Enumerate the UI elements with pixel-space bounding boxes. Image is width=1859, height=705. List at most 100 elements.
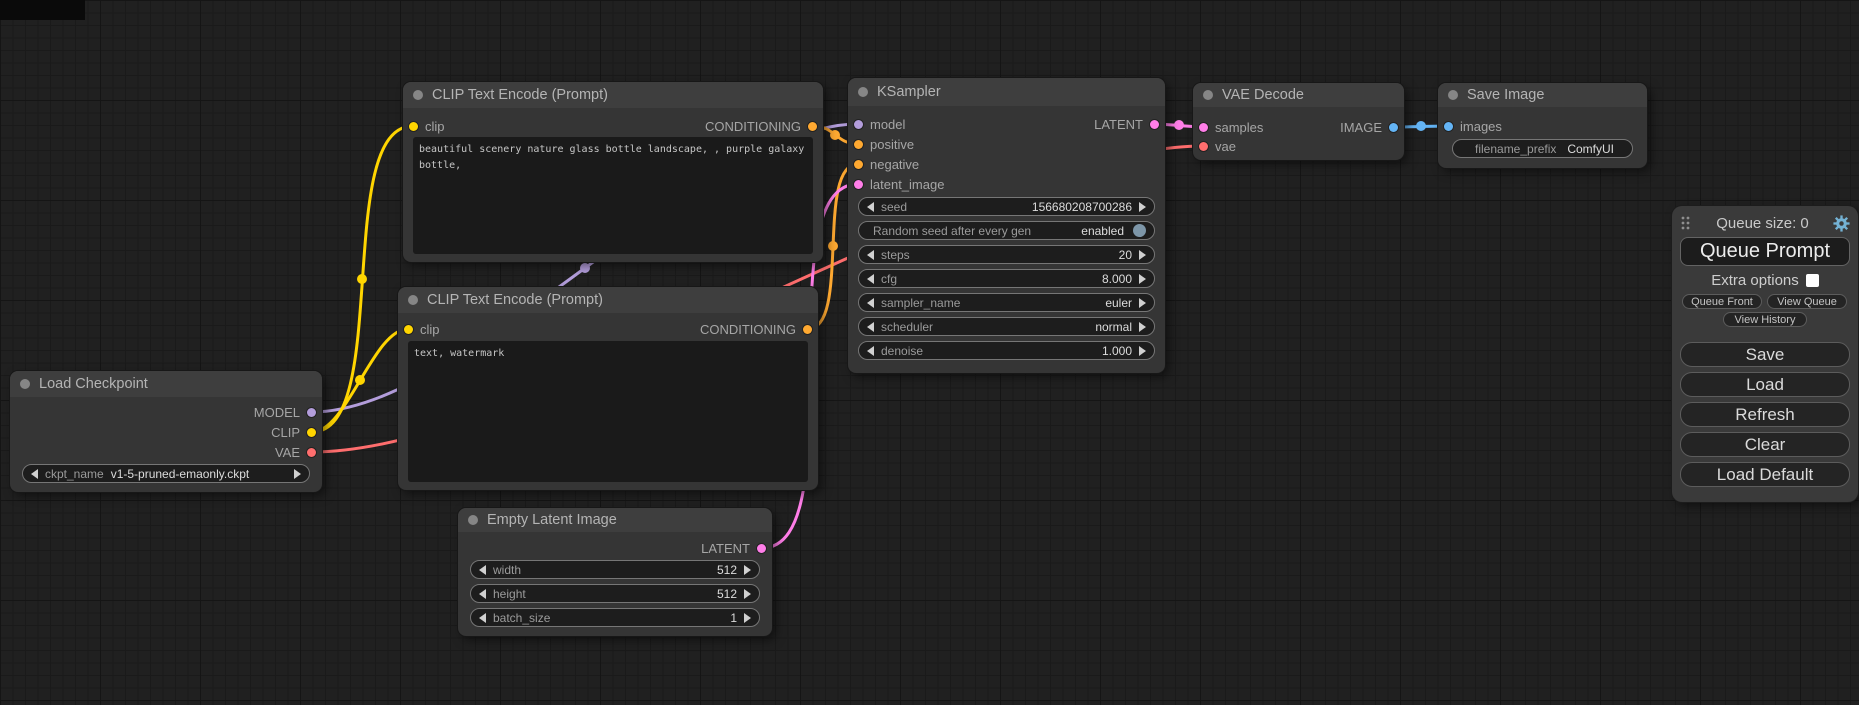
increment-arrow-icon[interactable]	[1139, 322, 1146, 332]
node-title: Save Image	[1467, 87, 1544, 103]
clip-input-port[interactable]	[409, 122, 418, 131]
conditioning-output-port[interactable]	[803, 325, 812, 334]
decrement-arrow-icon[interactable]	[867, 298, 874, 308]
ckpt-name-widget[interactable]: ckpt_name v1-5-pruned-emaonly.ckpt	[22, 464, 310, 483]
decrement-arrow-icon[interactable]	[479, 565, 486, 575]
increment-arrow-icon[interactable]	[744, 565, 751, 575]
prompt-textarea[interactable]: text, watermark	[408, 341, 808, 482]
steps-widget[interactable]: steps 20	[858, 245, 1155, 264]
collapse-dot-icon[interactable]	[468, 515, 478, 525]
image-output-label: IMAGE	[1340, 120, 1382, 135]
vae-output-port[interactable]	[307, 448, 316, 457]
collapse-dot-icon[interactable]	[408, 295, 418, 305]
increment-arrow-icon[interactable]	[744, 589, 751, 599]
node-load-checkpoint[interactable]: Load Checkpoint MODEL CLIP VAE ckpt_name…	[10, 371, 322, 492]
increment-arrow-icon[interactable]	[1139, 250, 1146, 260]
decrement-arrow-icon[interactable]	[867, 274, 874, 284]
collapse-dot-icon[interactable]	[1448, 90, 1458, 100]
decrement-arrow-icon[interactable]	[867, 250, 874, 260]
drag-handle-icon[interactable]	[1680, 215, 1692, 231]
node-title-bar[interactable]: Save Image	[1438, 83, 1647, 107]
queue-prompt-button[interactable]: Queue Prompt	[1680, 237, 1850, 266]
prompt-textarea[interactable]: beautiful scenery nature glass bottle la…	[413, 137, 813, 254]
view-queue-button[interactable]: View Queue	[1767, 294, 1847, 309]
cfg-widget[interactable]: cfg 8.000	[858, 269, 1155, 288]
toggle-circle-icon[interactable]	[1133, 224, 1146, 237]
node-title-bar[interactable]: Load Checkpoint	[10, 371, 322, 397]
increment-arrow-icon[interactable]	[1139, 274, 1146, 284]
increment-arrow-icon[interactable]	[1139, 298, 1146, 308]
port-row: latent_image	[848, 175, 1165, 193]
widget-value: 20	[1119, 248, 1132, 262]
sampler-name-widget[interactable]: sampler_name euler	[858, 293, 1155, 312]
clip-input-label: clip	[420, 322, 440, 337]
gear-icon[interactable]	[1833, 215, 1850, 232]
node-graph-canvas[interactable]: Load Checkpoint MODEL CLIP VAE ckpt_name…	[0, 0, 1859, 705]
image-output-port[interactable]	[1389, 123, 1398, 132]
batch-size-widget[interactable]: batch_size 1	[470, 608, 760, 627]
collapse-dot-icon[interactable]	[20, 379, 30, 389]
width-widget[interactable]: width 512	[470, 560, 760, 579]
positive-input-port[interactable]	[854, 140, 863, 149]
clip-input-port[interactable]	[404, 325, 413, 334]
random-seed-toggle-widget[interactable]: Random seed after every gen enabled	[858, 221, 1155, 240]
node-clip-text-encode-negative[interactable]: CLIP Text Encode (Prompt) clip CONDITION…	[398, 287, 818, 490]
conditioning-output-label: CONDITIONING	[700, 322, 796, 337]
view-history-button[interactable]: View History	[1723, 312, 1807, 327]
load-default-button[interactable]: Load Default	[1680, 462, 1850, 487]
vae-input-port[interactable]	[1199, 142, 1208, 151]
node-clip-text-encode-positive[interactable]: CLIP Text Encode (Prompt) clip CONDITION…	[403, 82, 823, 262]
refresh-button[interactable]: Refresh	[1680, 402, 1850, 427]
increment-arrow-icon[interactable]	[294, 469, 301, 479]
collapse-dot-icon[interactable]	[858, 87, 868, 97]
samples-input-port[interactable]	[1199, 123, 1208, 132]
conditioning-output-port[interactable]	[808, 122, 817, 131]
model-input-port[interactable]	[854, 120, 863, 129]
node-vae-decode[interactable]: VAE Decode samples IMAGE vae	[1193, 83, 1404, 160]
clear-button[interactable]: Clear	[1680, 432, 1850, 457]
clip-output-port[interactable]	[307, 428, 316, 437]
model-output-port[interactable]	[307, 408, 316, 417]
denoise-widget[interactable]: denoise 1.000	[858, 341, 1155, 360]
node-ksampler[interactable]: KSampler model LATENT positive negative …	[848, 78, 1165, 373]
node-title: VAE Decode	[1222, 87, 1304, 103]
collapse-dot-icon[interactable]	[413, 90, 423, 100]
node-title-bar[interactable]: CLIP Text Encode (Prompt)	[398, 287, 818, 313]
samples-input-label: samples	[1215, 120, 1263, 135]
node-title-bar[interactable]: VAE Decode	[1193, 83, 1404, 107]
decrement-arrow-icon[interactable]	[31, 469, 38, 479]
decrement-arrow-icon[interactable]	[867, 322, 874, 332]
node-title-bar[interactable]: CLIP Text Encode (Prompt)	[403, 82, 823, 108]
node-empty-latent-image[interactable]: Empty Latent Image LATENT width 512 heig…	[458, 508, 772, 636]
node-save-image[interactable]: Save Image images filename_prefix ComfyU…	[1438, 83, 1647, 168]
latent-output-port[interactable]	[757, 544, 766, 553]
load-button[interactable]: Load	[1680, 372, 1850, 397]
port-row: positive	[848, 135, 1165, 153]
seed-widget[interactable]: seed 156680208700286	[858, 197, 1155, 216]
node-title-bar[interactable]: Empty Latent Image	[458, 508, 772, 532]
images-input-port[interactable]	[1444, 122, 1453, 131]
height-widget[interactable]: height 512	[470, 584, 760, 603]
node-title: Empty Latent Image	[487, 512, 617, 528]
latent-output-port[interactable]	[1150, 120, 1159, 129]
save-button[interactable]: Save	[1680, 342, 1850, 367]
vae-input-label: vae	[1215, 139, 1236, 154]
decrement-arrow-icon[interactable]	[479, 613, 486, 623]
latent-image-input-port[interactable]	[854, 180, 863, 189]
queue-front-button[interactable]: Queue Front	[1682, 294, 1762, 309]
decrement-arrow-icon[interactable]	[867, 346, 874, 356]
widget-label: ckpt_name	[45, 467, 104, 481]
scheduler-widget[interactable]: scheduler normal	[858, 317, 1155, 336]
extra-options-checkbox[interactable]	[1806, 274, 1819, 287]
increment-arrow-icon[interactable]	[1139, 202, 1146, 212]
decrement-arrow-icon[interactable]	[479, 589, 486, 599]
node-title: CLIP Text Encode (Prompt)	[427, 292, 603, 308]
filename-prefix-widget[interactable]: filename_prefix ComfyUI	[1452, 139, 1633, 158]
increment-arrow-icon[interactable]	[744, 613, 751, 623]
collapse-dot-icon[interactable]	[1203, 90, 1213, 100]
increment-arrow-icon[interactable]	[1139, 346, 1146, 356]
decrement-arrow-icon[interactable]	[867, 202, 874, 212]
node-title-bar[interactable]: KSampler	[848, 78, 1165, 106]
negative-input-port[interactable]	[854, 160, 863, 169]
queue-panel: Queue size: 0 Queue Prompt E	[1672, 206, 1858, 502]
